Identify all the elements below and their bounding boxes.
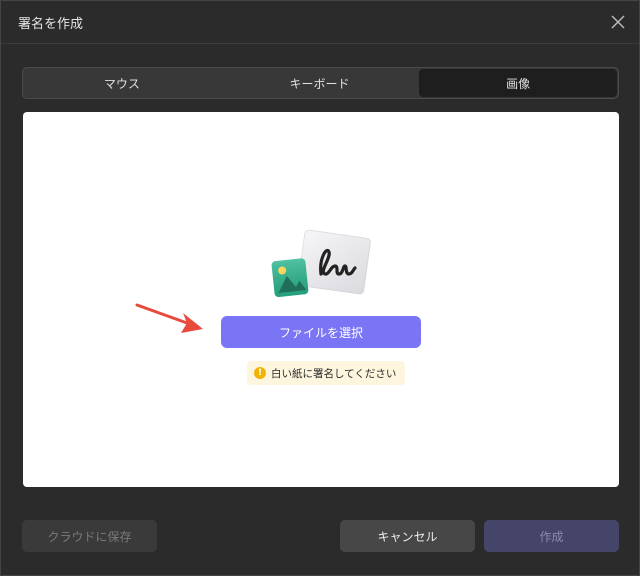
select-file-button[interactable]: ファイルを選択 xyxy=(221,316,421,348)
dialog-title: 署名を作成 xyxy=(18,17,84,32)
white-paper-hint: ! 白い紙に署名してください xyxy=(247,361,406,385)
create-signature-dialog: 署名を作成 マウス キーボード 画像 ファイルを選択 ! 白い紙に署名してくださ… xyxy=(0,0,640,576)
image-drop-area: ファイルを選択 ! 白い紙に署名してください xyxy=(23,112,619,487)
cancel-button[interactable]: キャンセル xyxy=(340,520,475,552)
titlebar: 署名を作成 xyxy=(1,1,639,44)
signature-image-icon xyxy=(269,228,375,304)
tab-image[interactable]: 画像 xyxy=(419,69,618,97)
signature-mode-tabs: マウス キーボード 画像 xyxy=(22,67,619,99)
hint-text: 白い紙に署名してください xyxy=(271,367,397,380)
create-button[interactable]: 作成 xyxy=(484,520,619,552)
tab-keyboard[interactable]: キーボード xyxy=(221,68,419,98)
red-arrow-icon xyxy=(133,299,209,339)
warning-icon: ! xyxy=(254,367,266,379)
close-icon[interactable] xyxy=(609,13,627,31)
tab-mouse[interactable]: マウス xyxy=(23,68,221,98)
save-to-cloud-button[interactable]: クラウドに保存 xyxy=(22,520,157,552)
